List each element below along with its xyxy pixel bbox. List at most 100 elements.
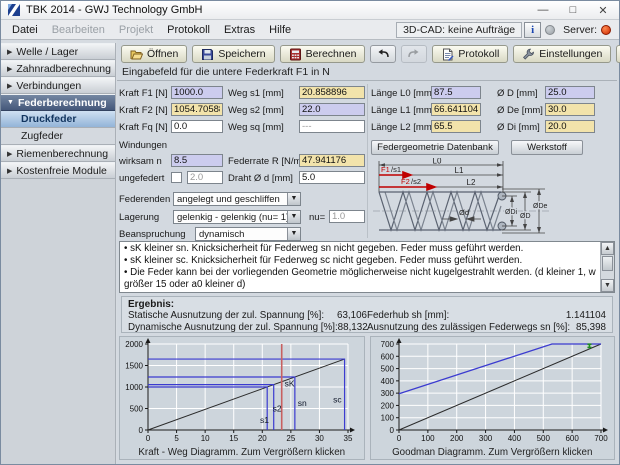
svg-text:500: 500 (130, 405, 144, 414)
federenden-select[interactable]: angelegt und geschliffen▼ (173, 192, 301, 206)
nu-input (329, 210, 365, 223)
scrollbar-thumb[interactable] (602, 256, 613, 271)
floppy-disk-icon (201, 48, 214, 61)
wirksam-n-input[interactable] (171, 154, 223, 167)
svg-text:5: 5 (174, 434, 179, 443)
info-button[interactable]: i (524, 22, 541, 38)
federgeometrie-datenbank-button[interactable]: Federgeometrie Datenbank (371, 140, 499, 155)
laenge-l2-input[interactable] (431, 120, 481, 133)
settings-button[interactable]: Einstellungen (513, 45, 611, 63)
weg-s1-input[interactable] (299, 86, 365, 99)
laenge-l2-label: Länge L2 [mm] (371, 122, 434, 133)
undo-button[interactable] (370, 45, 396, 63)
kraft-fq-input[interactable] (171, 120, 223, 133)
help-button[interactable]: Hilfe (616, 45, 620, 63)
laenge-l1-input[interactable] (431, 103, 481, 116)
weg-sq-input (299, 120, 365, 133)
document-icon (441, 48, 454, 61)
d-mittel-label: Ø D [mm] (497, 88, 538, 99)
sidebar-item-zugfeder[interactable]: Zugfeder (1, 128, 115, 145)
weg-s2-label: Weg s2 [mm] (228, 105, 284, 116)
kraft-f2-label: Kraft F2 [N] (119, 105, 168, 116)
force-f1-label: F1 (381, 165, 390, 174)
result-value: 85,398 (570, 322, 606, 334)
sidebar-item-riemenberechnung[interactable]: ▶Riemenberechnung (1, 145, 115, 162)
svg-text:0: 0 (146, 434, 151, 443)
goodman-chart[interactable]: 0100200300400500600700010020030040050060… (370, 336, 616, 460)
menu-hilfe[interactable]: Hilfe (262, 22, 298, 38)
laenge-l0-label: Länge L0 [mm] (371, 88, 434, 99)
calculate-button[interactable]: Berechnen (280, 45, 366, 63)
d-mittel-input[interactable] (545, 86, 595, 99)
main-panel: Öffnen Speichern Berechnen Protokoll (117, 40, 619, 464)
svg-text:100: 100 (380, 414, 394, 423)
chevron-right-icon: ▶ (7, 82, 12, 90)
kraft-f2-input[interactable] (171, 103, 223, 116)
maximize-button[interactable]: □ (567, 4, 579, 17)
sidebar-item-federberechnung[interactable]: ▼Federberechnung (1, 94, 115, 111)
lagerung-select[interactable]: gelenkig - gelenkig (nu= 1)▼ (173, 210, 301, 224)
beanspruchung-select[interactable]: dynamisch▼ (195, 227, 301, 241)
input-form: Kraft F1 [N] Weg s1 [mm] Kraft F2 [N] We… (117, 82, 617, 240)
chevron-right-icon: ▶ (7, 65, 12, 73)
federrate-input[interactable] (299, 154, 365, 167)
toolbar: Öffnen Speichern Berechnen Protokoll (117, 43, 619, 65)
protocol-button[interactable]: Protokoll (432, 45, 508, 63)
svg-text:600: 600 (380, 352, 394, 361)
ungefedert-label: ungefedert (119, 173, 164, 184)
svg-text:700: 700 (594, 434, 608, 443)
weg-s2-input[interactable] (299, 103, 365, 116)
sidebar-item-zahnradberechnung[interactable]: ▶Zahnradberechnung (1, 60, 115, 77)
di-innen-input[interactable] (545, 120, 595, 133)
title-bar: TBK 2014 - GWJ Technology GmbH — □ ✕ (1, 1, 619, 20)
draht-d-label: Draht Ø d [mm] (228, 173, 293, 184)
goodman-caption: Goodman Diagramm. Zum Vergrößern klicken (371, 447, 615, 458)
svg-text:300: 300 (380, 389, 394, 398)
kraft-weg-chart[interactable]: 051015202530350500100015002000s1s2sKsnsc… (119, 336, 365, 460)
dim-l2-label: L2 (467, 178, 476, 187)
menu-protokoll[interactable]: Protokoll (160, 22, 217, 38)
svg-text:2000: 2000 (125, 340, 143, 349)
menu-datei[interactable]: Datei (5, 22, 45, 38)
svg-text:15: 15 (229, 434, 238, 443)
scroll-up-icon[interactable]: ▲ (601, 242, 614, 255)
sidebar-item-welle-lager[interactable]: ▶Welle / Lager (1, 43, 115, 60)
svg-text:500: 500 (536, 434, 550, 443)
dim-d-label: ØD (520, 213, 531, 220)
result-value: 1.141104 (551, 310, 607, 322)
minimize-button[interactable]: — (537, 4, 549, 17)
sidebar: ▶Welle / Lager ▶Zahnradberechnung ▶Verbi… (1, 43, 116, 464)
sidebar-item-verbindungen[interactable]: ▶Verbindungen (1, 77, 115, 94)
weg-s1-label: Weg s1 [mm] (228, 88, 284, 99)
svg-text:sK: sK (285, 379, 295, 389)
svg-text:200: 200 (450, 434, 464, 443)
svg-text:400: 400 (380, 377, 394, 386)
laenge-l0-input[interactable] (431, 86, 481, 99)
menu-extras[interactable]: Extras (217, 22, 262, 38)
ungefedert-input (187, 171, 223, 184)
de-aussen-input[interactable] (545, 103, 595, 116)
sidebar-item-kostenfreie-module[interactable]: ▶Kostenfreie Module (1, 162, 115, 179)
warnings-text: • sK kleiner sn. Knicksicherheit für Fed… (120, 242, 600, 292)
close-button[interactable]: ✕ (597, 4, 609, 17)
werkstoff-button[interactable]: Werkstoff (511, 140, 583, 155)
save-button[interactable]: Speichern (192, 45, 274, 63)
chevron-down-icon: ▼ (7, 99, 14, 106)
scroll-down-icon[interactable]: ▼ (601, 279, 614, 292)
ungefedert-checkbox[interactable] (171, 172, 182, 183)
sidebar-item-druckfeder[interactable]: Druckfeder (1, 111, 115, 128)
warnings-scrollbar[interactable]: ▲ ▼ (600, 242, 614, 292)
de-aussen-label: Ø De [mm] (497, 105, 543, 116)
kraft-f1-input[interactable] (171, 86, 223, 99)
window-title: TBK 2014 - GWJ Technology GmbH (26, 4, 202, 16)
undo-arrow-icon (376, 48, 390, 60)
draht-d-input[interactable] (299, 171, 365, 184)
dropdown-arrow-icon: ▼ (287, 211, 300, 223)
result-row: Dynamische Ausnutzung der zul. Spannung … (128, 322, 367, 334)
result-value: 88,132 (338, 322, 368, 334)
svg-text:600: 600 (565, 434, 579, 443)
open-button[interactable]: Öffnen (121, 45, 187, 63)
chevron-right-icon: ▶ (7, 150, 12, 158)
svg-text:10: 10 (201, 434, 210, 443)
svg-text:sn: sn (298, 398, 307, 408)
